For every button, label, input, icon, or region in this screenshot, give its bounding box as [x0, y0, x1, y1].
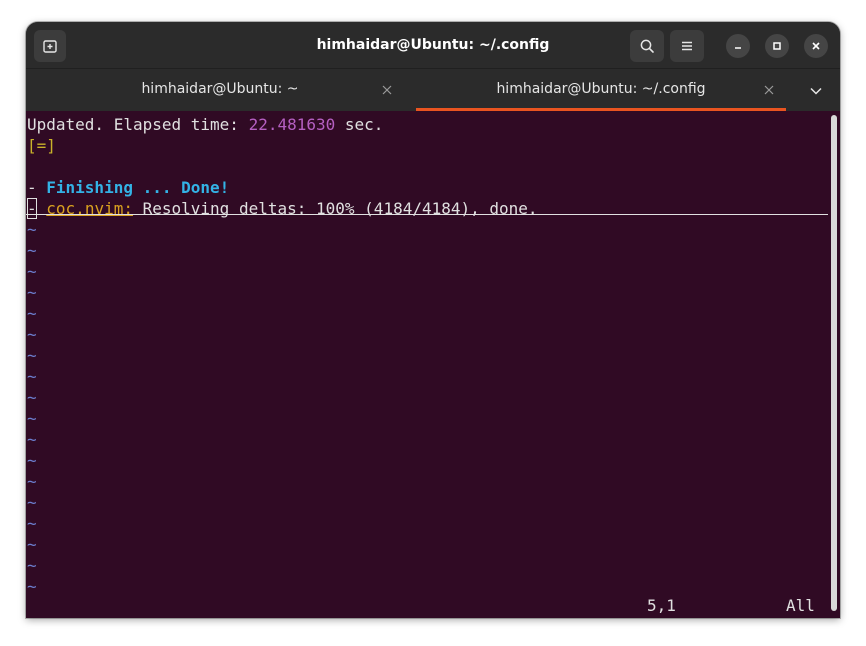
plugin-status: Resolving deltas: 100% (4184/4184), done… — [132, 199, 538, 218]
tab-home[interactable]: himhaidar@Ubuntu: ~ — [26, 69, 414, 111]
progress-bracket-close: ] — [46, 136, 56, 155]
empty-line-marker: ~ — [27, 367, 37, 386]
cursorline — [26, 214, 828, 215]
empty-line-marker: ~ — [27, 304, 37, 323]
search-button[interactable] — [630, 30, 664, 62]
updated-prefix: Updated. Elapsed time: — [27, 115, 249, 134]
plugin-name: coc.nvim: — [46, 199, 133, 218]
close-icon — [382, 85, 392, 95]
plugin-line[interactable]: - coc.nvim: Resolving deltas: 100% (4184… — [27, 198, 538, 219]
empty-line-marker: ~ — [27, 283, 37, 302]
hamburger-menu-icon — [682, 41, 692, 51]
empty-line-marker: ~ — [27, 262, 37, 281]
search-icon — [640, 39, 654, 53]
empty-line-marker: ~ — [27, 451, 37, 470]
title-bar[interactable]: himhaidar@Ubuntu: ~/.config — [26, 22, 840, 68]
empty-line-marker: ~ — [27, 556, 37, 575]
tab-close-button[interactable] — [380, 83, 394, 97]
new-tab-icon — [43, 40, 57, 53]
tab-config[interactable]: himhaidar@Ubuntu: ~/.config — [416, 69, 786, 111]
updated-line: Updated. Elapsed time: 22.481630 sec. — [27, 114, 383, 135]
close-button[interactable] — [804, 34, 828, 58]
empty-line-marker: ~ — [27, 388, 37, 407]
tab-label: himhaidar@Ubuntu: ~/.config — [496, 81, 706, 97]
finish-dash: - — [27, 178, 47, 197]
empty-line-marker: ~ — [27, 577, 37, 596]
empty-line-marker: ~ — [27, 514, 37, 533]
minimize-button[interactable] — [726, 34, 750, 58]
scrollbar[interactable] — [830, 113, 838, 616]
finish-text: Finishing ... Done! — [46, 178, 230, 197]
updated-suffix: sec. — [335, 115, 384, 134]
terminal-window: himhaidar@Ubuntu: ~/.config himhaidar@Ub… — [26, 22, 840, 618]
empty-line-marker: ~ — [27, 535, 37, 554]
chevron-down-icon — [810, 87, 822, 95]
elapsed-time-value: 22.481630 — [248, 115, 336, 134]
terminal-view[interactable]: Updated. Elapsed time: 22.481630 sec. [=… — [26, 111, 840, 618]
progress-line: [=] — [27, 135, 56, 156]
finish-line: - Finishing ... Done! — [27, 177, 229, 198]
progress-bracket-open: [ — [27, 136, 37, 155]
scrollbar-thumb[interactable] — [831, 115, 837, 611]
maximize-button[interactable] — [765, 34, 789, 58]
menu-button[interactable] — [670, 30, 704, 62]
minimize-icon — [735, 47, 741, 49]
empty-line-marker: ~ — [27, 493, 37, 512]
tabs-dropdown-button[interactable] — [804, 81, 828, 101]
empty-line-marker: ~ — [27, 472, 37, 491]
tab-close-button[interactable] — [762, 83, 776, 97]
tab-label: himhaidar@Ubuntu: ~ — [141, 81, 299, 97]
new-tab-button[interactable] — [34, 30, 66, 62]
tab-bar: himhaidar@Ubuntu: ~ himhaidar@Ubuntu: ~/… — [26, 68, 840, 111]
text-cursor: - — [27, 198, 37, 219]
scroll-position: All — [786, 596, 815, 615]
empty-line-marker: ~ — [27, 430, 37, 449]
empty-line-marker: ~ — [27, 241, 37, 260]
plugin-space — [37, 199, 47, 218]
empty-line-marker: ~ — [27, 325, 37, 344]
window-title: himhaidar@Ubuntu: ~/.config — [316, 37, 550, 53]
empty-line-marker: ~ — [27, 220, 37, 239]
close-icon — [764, 85, 774, 95]
maximize-icon — [773, 42, 781, 50]
close-icon — [812, 42, 820, 50]
progress-fill: = — [36, 136, 47, 155]
empty-line-marker: ~ — [27, 346, 37, 365]
cursor-position: 5,1 — [647, 596, 676, 615]
empty-line-marker: ~ — [27, 409, 37, 428]
